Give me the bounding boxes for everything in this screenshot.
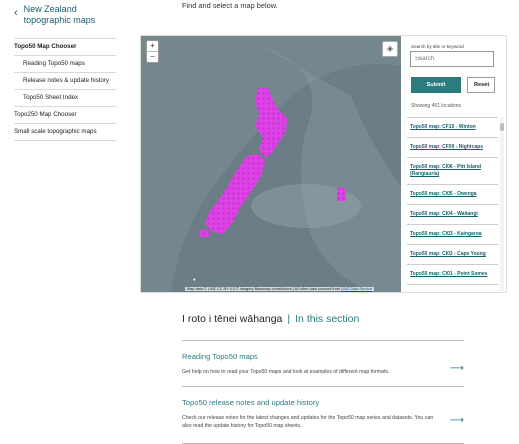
result-link[interactable]: Topo50 map: CF09 - Nightcaps bbox=[407, 138, 498, 158]
map-canvas[interactable]: + − ◈ ♦ Map data © LINZ CC BY 4.0 © Imag… bbox=[141, 36, 401, 292]
results-scrollbar[interactable] bbox=[500, 117, 504, 291]
search-input[interactable] bbox=[410, 51, 494, 67]
back-link[interactable]: ‹ New Zealand topographic maps bbox=[14, 4, 114, 26]
zoom-control: + − bbox=[146, 40, 159, 63]
sidebar-item-reading-topo50[interactable]: Reading Topo50 maps bbox=[14, 55, 116, 72]
back-link-label: New Zealand topographic maps bbox=[23, 4, 96, 25]
results-count: Showing 451 locations bbox=[411, 103, 462, 109]
sidebar-item-topo50-map-chooser[interactable]: Topo50 Map Chooser bbox=[14, 38, 116, 55]
section-divider: | bbox=[287, 313, 291, 325]
card-description: Get help on how to read your Topo50 maps… bbox=[182, 369, 390, 375]
arrow-right-icon[interactable]: ⟶ bbox=[450, 363, 464, 374]
intro-text: Find and select a map below. bbox=[182, 1, 278, 10]
chatham-islands-tiles bbox=[337, 188, 346, 201]
scrollbar-thumb[interactable] bbox=[500, 123, 504, 131]
submit-button[interactable]: Submit bbox=[411, 77, 461, 93]
section-card-release-notes[interactable]: Topo50 release notes and update history … bbox=[182, 386, 464, 444]
results-list: Topo50 map: CF10 - Winton Topo50 map: CF… bbox=[407, 117, 498, 292]
card-description: Check our release notes for the latest c… bbox=[182, 415, 434, 429]
attribution-link[interactable]: LINZ Data Service bbox=[341, 287, 372, 291]
result-link[interactable]: Topo50 map: CI05 - Owenga bbox=[407, 185, 498, 205]
result-link[interactable]: Topo50 map: CI02 - Cape Young bbox=[407, 245, 498, 265]
zoom-out-button[interactable]: − bbox=[147, 51, 158, 62]
result-link[interactable]: Topo50 map: CI06 - Pitt Island (Rangiaur… bbox=[407, 158, 498, 185]
section-heading-english: In this section bbox=[295, 313, 360, 325]
sidebar-item-sheet-index[interactable]: Topo50 Sheet Index bbox=[14, 89, 116, 106]
sidebar-item-topo250[interactable]: Topo250 Map Chooser bbox=[14, 106, 116, 123]
map-logo-icon: ♦ bbox=[193, 277, 196, 283]
stewart-island-tiles bbox=[199, 230, 209, 237]
layers-icon[interactable]: ◈ bbox=[382, 41, 398, 57]
map-widget: + − ◈ ♦ Map data © LINZ CC BY 4.0 © Imag… bbox=[140, 35, 507, 293]
sidebar-item-release-notes[interactable]: Release notes & update history bbox=[14, 72, 116, 89]
map-attribution: Map data © LINZ CC BY 4.0 © Imagery Base… bbox=[185, 287, 375, 291]
result-link[interactable]: Topo50 map: CI01 - Point Somes bbox=[407, 265, 498, 285]
search-panel: Search by title or keyword Submit Reset … bbox=[402, 36, 506, 292]
search-label: Search by title or keyword bbox=[411, 44, 464, 49]
card-title[interactable]: Reading Topo50 maps bbox=[182, 352, 464, 361]
arrow-right-icon[interactable]: ⟶ bbox=[450, 415, 464, 426]
attribution-text: Map data © LINZ CC BY 4.0 © Imagery Base… bbox=[187, 287, 340, 291]
section-card-reading[interactable]: Reading Topo50 maps Get help on how to r… bbox=[182, 340, 464, 387]
chevron-left-icon: ‹ bbox=[14, 7, 18, 19]
result-link[interactable]: Topo50 map: CI04 - Waitangi bbox=[407, 205, 498, 225]
reset-button[interactable]: Reset bbox=[467, 77, 495, 93]
zoom-in-button[interactable]: + bbox=[147, 41, 158, 51]
result-link[interactable]: Topo50 map: CI03 - Kaingaroa bbox=[407, 225, 498, 245]
sidebar-item-small-scale[interactable]: Small scale topographic maps bbox=[14, 123, 116, 141]
section-heading: I roto i tēnei wāhanga | In this section bbox=[182, 313, 359, 325]
map-graphic bbox=[141, 36, 401, 292]
card-title[interactable]: Topo50 release notes and update history bbox=[182, 398, 464, 407]
section-heading-maori: I roto i tēnei wāhanga bbox=[182, 313, 283, 325]
result-link[interactable]: Topo50 map: CF10 - Winton bbox=[407, 118, 498, 138]
sidebar-nav: Topo50 Map Chooser Reading Topo50 maps R… bbox=[14, 38, 116, 141]
